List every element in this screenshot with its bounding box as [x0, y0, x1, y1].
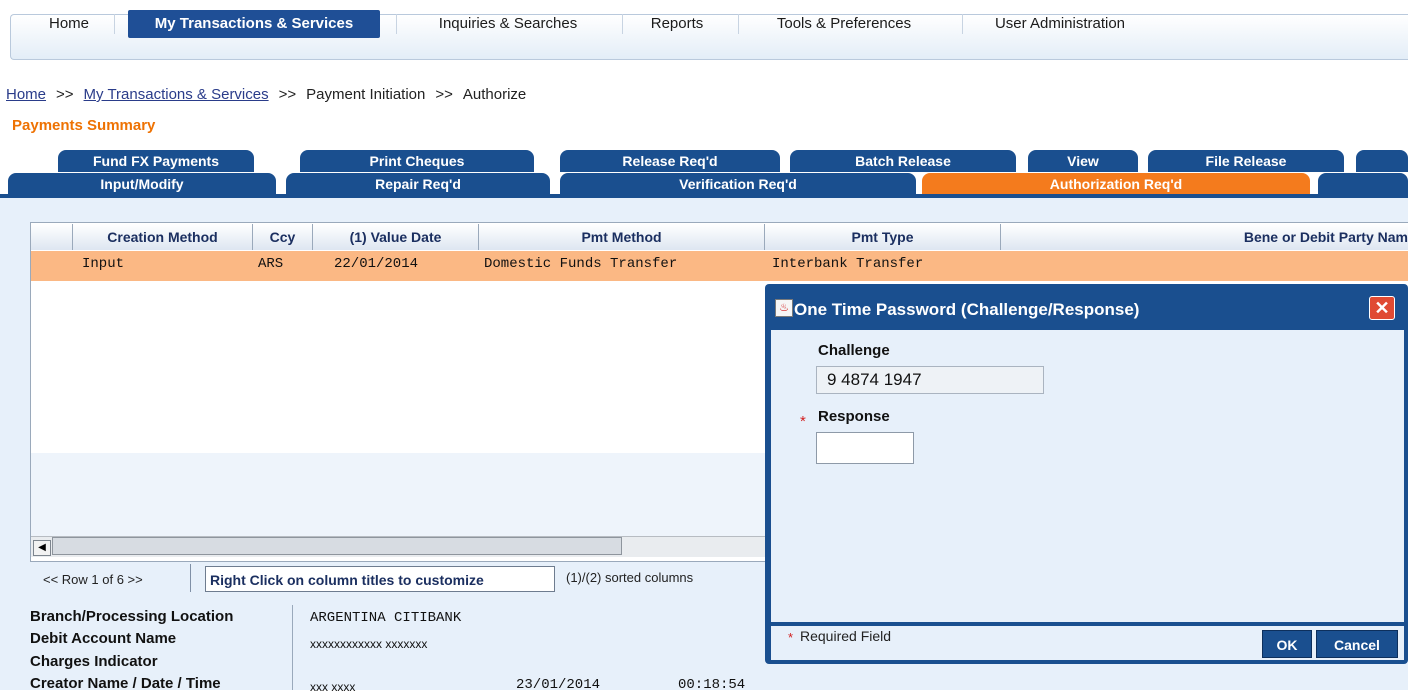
breadcrumb-separator: >> [435, 86, 453, 103]
column-header-pmt-method[interactable]: Pmt Method [479, 224, 765, 250]
tab-verification-reqd[interactable]: Verification Req'd [560, 173, 916, 195]
ok-button[interactable]: OK [1262, 630, 1312, 658]
nav-user-administration[interactable]: User Administration [970, 10, 1150, 38]
required-marker: * [788, 630, 794, 645]
label-charges-indicator: Charges Indicator [30, 653, 158, 670]
required-marker: * [800, 413, 806, 430]
tab-more-2[interactable] [1318, 173, 1408, 195]
tab-more[interactable] [1356, 150, 1408, 172]
table-body-lower [31, 453, 771, 536]
cancel-button[interactable]: Cancel [1316, 630, 1398, 658]
cell-value-date: 22/01/2014 [334, 256, 419, 272]
breadcrumb-home[interactable]: Home [6, 86, 46, 103]
tab-fund-fx-payments[interactable]: Fund FX Payments [58, 150, 254, 172]
details-divider [292, 605, 293, 690]
row-navigator[interactable]: << Row 1 of 6 >> [43, 572, 143, 587]
dialog-title: One Time Password (Challenge/Response) [794, 300, 1140, 319]
customize-columns-hint[interactable]: Right Click on column titles to customiz… [205, 566, 555, 592]
tab-view[interactable]: View [1028, 150, 1138, 172]
column-header-creation-method[interactable]: Creation Method [73, 224, 253, 250]
nav-inquiries[interactable]: Inquiries & Searches [410, 10, 606, 38]
value-creator-time: 00:18:54 [678, 677, 746, 693]
close-icon[interactable]: ✕ [1369, 296, 1395, 320]
breadcrumb-separator: >> [56, 86, 74, 103]
column-header-select[interactable] [31, 224, 73, 250]
tab-release-reqd[interactable]: Release Req'd [560, 150, 780, 172]
scroll-left-arrow-icon[interactable]: ◀ [33, 540, 51, 556]
column-header-value-date[interactable]: (1) Value Date [313, 224, 479, 250]
nav-divider [396, 14, 397, 34]
nav-divider [622, 14, 623, 34]
divider [190, 564, 191, 592]
nav-divider [114, 14, 115, 34]
tab-print-cheques[interactable]: Print Cheques [300, 150, 534, 172]
table-body-empty [31, 281, 771, 453]
cell-creation-method: Input [82, 256, 125, 272]
breadcrumb-separator: >> [278, 86, 297, 103]
java-app-icon: ♨ [775, 299, 793, 317]
column-header-bene-party[interactable]: Bene or Debit Party Nam [1001, 224, 1408, 250]
value-creator-date: 23/01/2014 [516, 677, 601, 693]
tab-batch-release[interactable]: Batch Release [790, 150, 1016, 172]
breadcrumb-authorize: Authorize [462, 86, 527, 103]
breadcrumb-my-transactions[interactable]: My Transactions & Services [84, 86, 269, 103]
cell-pmt-type: Interbank Transfer [772, 256, 924, 272]
breadcrumb-payment-initiation: Payment Initiation [306, 86, 426, 103]
value-branch-location: ARGENTINA CITIBANK [310, 610, 462, 626]
column-header-pmt-type[interactable]: Pmt Type [765, 224, 1001, 250]
label-branch-location: Branch/Processing Location [30, 608, 234, 625]
label-creator-name-date-time: Creator Name / Date / Time [30, 675, 221, 692]
label-debit-account-name: Debit Account Name [30, 630, 177, 647]
nav-divider [738, 14, 739, 34]
nav-reports[interactable]: Reports [632, 10, 722, 38]
column-header-ccy[interactable]: Ccy [253, 224, 313, 250]
sorted-columns-label: (1)/(2) sorted columns [566, 570, 694, 585]
cell-ccy: ARS [258, 256, 284, 272]
challenge-field: 9 4874 1947 [816, 366, 1044, 394]
nav-my-transactions[interactable]: My Transactions & Services [128, 10, 380, 38]
value-debit-account-name: xxxxxxxxxxxx xxxxxxx [310, 637, 428, 651]
challenge-label: Challenge [818, 342, 890, 359]
response-label: Response [818, 408, 890, 425]
tab-authorization-reqd[interactable]: Authorization Req'd [922, 173, 1310, 195]
tab-repair-reqd[interactable]: Repair Req'd [286, 173, 550, 195]
scrollbar-thumb[interactable] [52, 537, 622, 555]
breadcrumb: Home >> My Transactions & Services >> Paymen… [6, 86, 526, 103]
table-row[interactable] [31, 251, 1408, 281]
value-creator-name: xxx xxxx [310, 680, 356, 694]
nav-home[interactable]: Home [30, 10, 108, 38]
tab-input-modify[interactable]: Input/Modify [8, 173, 276, 195]
required-field-note: Required Field [800, 628, 892, 644]
tab-file-release[interactable]: File Release [1148, 150, 1344, 172]
nav-divider [962, 14, 963, 34]
page-title: Payments Summary [12, 117, 156, 134]
cell-pmt-method: Domestic Funds Transfer [484, 256, 678, 272]
response-input[interactable] [816, 432, 914, 464]
nav-tools-preferences[interactable]: Tools & Preferences [744, 10, 944, 38]
